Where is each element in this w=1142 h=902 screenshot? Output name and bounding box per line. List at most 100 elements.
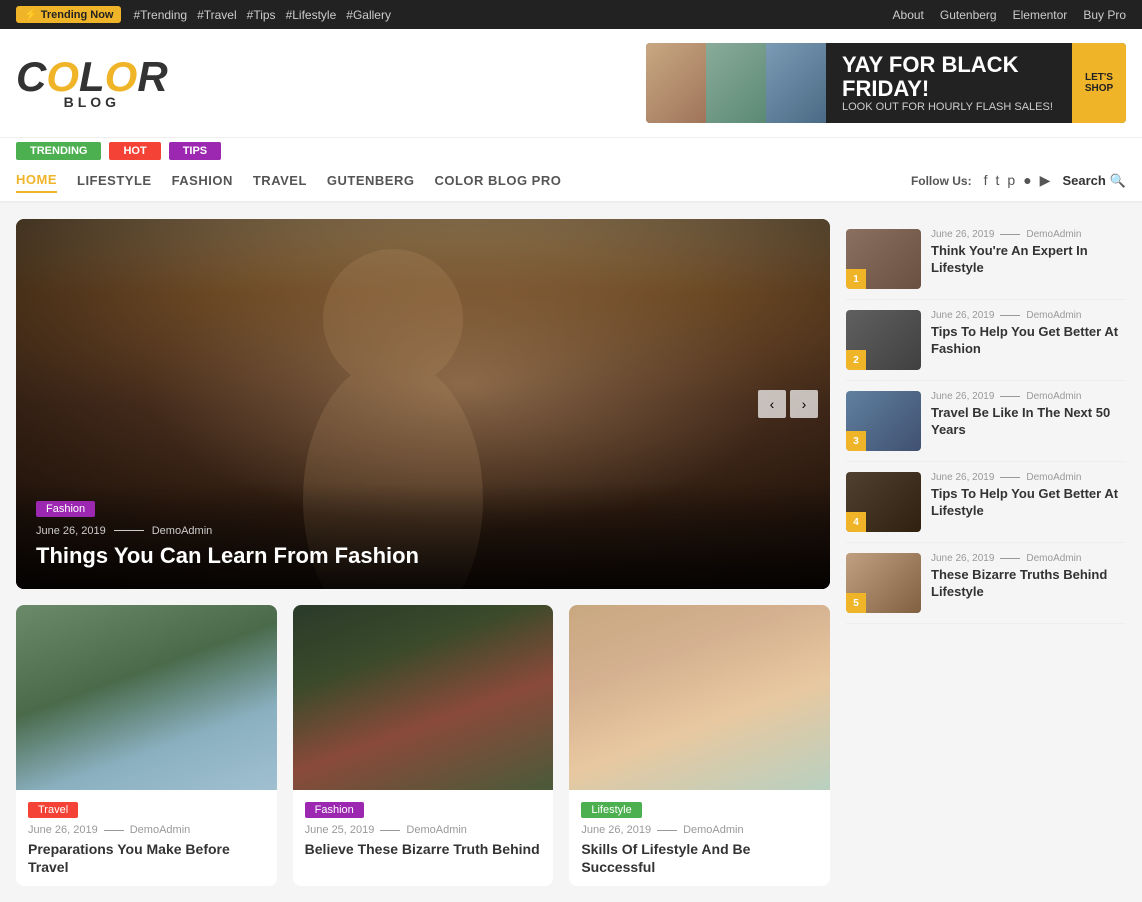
card-2-image [293, 605, 554, 790]
sidebar-author-1: DemoAdmin [1026, 229, 1081, 240]
sidebar-meta-2: June 26, 2019 DemoAdmin [931, 310, 1126, 321]
card-2-title: Believe These Bizarre Truth Behind [305, 840, 542, 858]
sidebar-item-2[interactable]: 2 June 26, 2019 DemoAdmin Tips To Help Y… [846, 300, 1126, 381]
tag-lifestyle[interactable]: #Lifestyle [286, 8, 337, 22]
pill-tips[interactable]: TIPS [169, 142, 221, 160]
tag-gallery[interactable]: #Gallery [346, 8, 391, 22]
sidebar-num-4: 4 [846, 512, 866, 532]
card-2-divider [380, 830, 400, 831]
sidebar-content-2: June 26, 2019 DemoAdmin Tips To Help You… [931, 310, 1126, 358]
header: COLOR BLOG YAY FOR BLACK FRIDAY! LOOK OU… [0, 29, 1142, 138]
logo[interactable]: COLOR [16, 56, 168, 98]
buy-pro-link[interactable]: Buy Pro [1083, 8, 1126, 22]
hero-overlay: Fashion June 26, 2019 DemoAdmin Things Y… [16, 483, 830, 589]
card-1-tag[interactable]: Travel [28, 802, 78, 818]
sidebar-content-1: June 26, 2019 DemoAdmin Think You're An … [931, 229, 1126, 277]
banner-headline: YAY FOR BLACK FRIDAY! [842, 53, 1056, 101]
sidebar-author-2: DemoAdmin [1026, 310, 1081, 321]
hero-prev-button[interactable]: ‹ [758, 390, 786, 418]
nav-travel[interactable]: TRAVEL [253, 169, 307, 192]
tag-trending[interactable]: #Trending [133, 8, 187, 22]
sidebar-divider-4 [1000, 477, 1020, 478]
card-3-image [569, 605, 830, 790]
sidebar-item-3[interactable]: 3 June 26, 2019 DemoAdmin Travel Be Like… [846, 381, 1126, 462]
social-icons: f t p ● ▶ [984, 172, 1051, 189]
hero-tag[interactable]: Fashion [36, 501, 95, 517]
sidebar-item-1[interactable]: 1 June 26, 2019 DemoAdmin Think You're A… [846, 219, 1126, 300]
sidebar-thumb-4: 4 [846, 472, 921, 532]
sidebar-title-1: Think You're An Expert In Lifestyle [931, 243, 1126, 277]
card-3[interactable]: Lifestyle June 26, 2019 DemoAdmin Skills… [569, 605, 830, 886]
card-1-date: June 26, 2019 [28, 824, 98, 836]
logo-or: O [105, 53, 138, 100]
card-1-author: DemoAdmin [130, 824, 191, 836]
search-icon: 🔍 [1110, 173, 1126, 189]
search-label: Search [1062, 173, 1105, 188]
top-bar-tags: #Trending #Travel #Tips #Lifestyle #Gall… [133, 8, 390, 22]
card-1[interactable]: Travel June 26, 2019 DemoAdmin Preparati… [16, 605, 277, 886]
sidebar-date-1: June 26, 2019 [931, 229, 994, 240]
pill-hot[interactable]: HOT [109, 142, 160, 160]
tag-pills: TRENDING HOT TIPS [0, 138, 1142, 160]
banner-ad[interactable]: YAY FOR BLACK FRIDAY! LOOK OUT FOR HOURL… [646, 43, 1126, 123]
top-bar-right: About Gutenberg Elementor Buy Pro [893, 8, 1126, 22]
card-1-image [16, 605, 277, 790]
card-3-tag[interactable]: Lifestyle [581, 802, 641, 818]
pill-trending[interactable]: TRENDING [16, 142, 101, 160]
nav-colorblogpro[interactable]: COLOR BLOG PRO [434, 169, 561, 192]
card-1-divider [104, 830, 124, 831]
banner-photo-1 [646, 43, 706, 123]
logo-wrap: COLOR BLOG [16, 56, 168, 110]
tag-travel[interactable]: #Travel [197, 8, 237, 22]
sidebar-divider-3 [1000, 396, 1020, 397]
sidebar-author-3: DemoAdmin [1026, 391, 1081, 402]
logo-o: O [46, 53, 79, 100]
banner-cta[interactable]: LET'S SHOP [1072, 43, 1126, 123]
instagram-icon[interactable]: ● [1023, 172, 1031, 189]
sidebar-meta-1: June 26, 2019 DemoAdmin [931, 229, 1126, 240]
follow-label: Follow Us: [911, 174, 972, 188]
nav-home[interactable]: HOME [16, 168, 57, 193]
card-3-title: Skills Of Lifestyle And Be Successful [581, 840, 818, 876]
youtube-icon[interactable]: ▶ [1040, 172, 1051, 189]
facebook-icon[interactable]: f [984, 172, 988, 189]
logo-l: L [79, 53, 105, 100]
top-bar: ⚡ Trending Now #Trending #Travel #Tips #… [0, 0, 1142, 29]
card-2-tag[interactable]: Fashion [305, 802, 364, 818]
logo-r: R [137, 53, 167, 100]
elementor-link[interactable]: Elementor [1013, 8, 1068, 22]
sidebar-author-4: DemoAdmin [1026, 472, 1081, 483]
sidebar-thumb-3: 3 [846, 391, 921, 451]
pinterest-icon[interactable]: p [1007, 172, 1015, 189]
hero-meta: June 26, 2019 DemoAdmin [36, 525, 810, 537]
sidebar-title-2: Tips To Help You Get Better At Fashion [931, 324, 1126, 358]
content-area: ‹ › Fashion June 26, 2019 DemoAdmin Thin… [16, 219, 830, 886]
tag-tips[interactable]: #Tips [247, 8, 276, 22]
hero-section[interactable]: ‹ › Fashion June 26, 2019 DemoAdmin Thin… [16, 219, 830, 589]
sidebar-item-4[interactable]: 4 June 26, 2019 DemoAdmin Tips To Help Y… [846, 462, 1126, 543]
card-2-body: Fashion June 25, 2019 DemoAdmin Believe … [293, 790, 554, 868]
card-1-body: Travel June 26, 2019 DemoAdmin Preparati… [16, 790, 277, 886]
about-link[interactable]: About [893, 8, 924, 22]
card-2[interactable]: Fashion June 25, 2019 DemoAdmin Believe … [293, 605, 554, 886]
card-3-author: DemoAdmin [683, 824, 744, 836]
banner-photo-2 [706, 43, 766, 123]
sidebar-thumb-2: 2 [846, 310, 921, 370]
banner-photo-3 [766, 43, 826, 123]
sidebar-item-5[interactable]: 5 June 26, 2019 DemoAdmin These Bizarre … [846, 543, 1126, 624]
sidebar-date-2: June 26, 2019 [931, 310, 994, 321]
search-button[interactable]: Search 🔍 [1062, 173, 1126, 189]
sidebar-date-5: June 26, 2019 [931, 553, 994, 564]
card-1-title: Preparations You Make Before Travel [28, 840, 265, 876]
hero-next-button[interactable]: › [790, 390, 818, 418]
sidebar-date-3: June 26, 2019 [931, 391, 994, 402]
sidebar-title-3: Travel Be Like In The Next 50 Years [931, 405, 1126, 439]
hero-author: DemoAdmin [152, 525, 213, 537]
sidebar-content-5: June 26, 2019 DemoAdmin These Bizarre Tr… [931, 553, 1126, 601]
sidebar-meta-3: June 26, 2019 DemoAdmin [931, 391, 1126, 402]
nav-gutenberg[interactable]: GUTENBERG [327, 169, 415, 192]
twitter-icon[interactable]: t [996, 172, 1000, 189]
nav-lifestyle[interactable]: LIFESTYLE [77, 169, 152, 192]
nav-fashion[interactable]: FASHION [172, 169, 233, 192]
gutenberg-link[interactable]: Gutenberg [940, 8, 997, 22]
